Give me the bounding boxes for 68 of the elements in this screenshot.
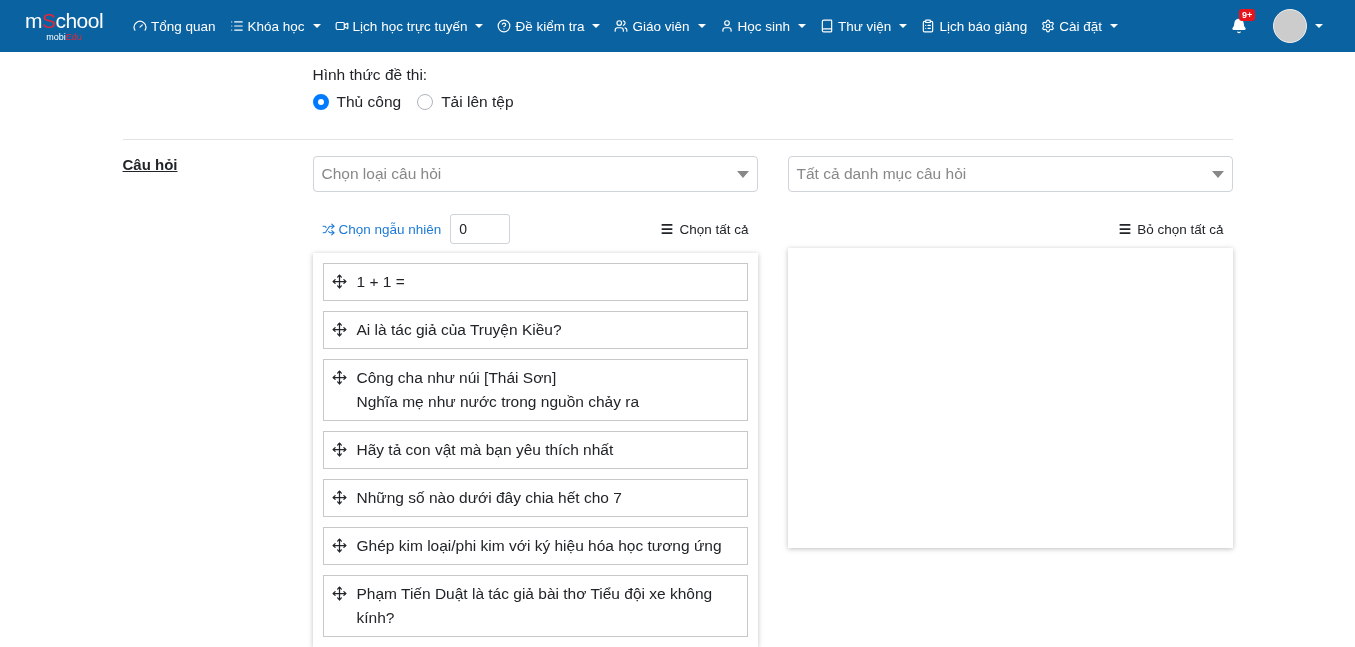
question-item[interactable]: Hãy tả con vật mà bạn yêu thích nhất bbox=[322, 431, 748, 469]
question-text: Công cha như núi [Thái Sơn] Nghĩa mẹ như nước trong nguồn chảy ra bbox=[356, 368, 640, 412]
gears-icon bbox=[1041, 19, 1056, 33]
question-item[interactable]: Ai là tác giả của Truyện Kiều? bbox=[322, 311, 748, 349]
question-text: Hãy tả con vật mà bạn yêu thích nhất bbox=[356, 440, 614, 460]
nav-link[interactable]: Cài đặt bbox=[1034, 18, 1125, 34]
exam-type-label: Hình thức đề thi: bbox=[312, 66, 428, 83]
book-icon bbox=[820, 19, 835, 33]
caret-icon bbox=[798, 24, 807, 28]
bell-icon[interactable] bbox=[1231, 18, 1247, 34]
radio-label: Thủ công bbox=[336, 93, 402, 111]
caret-icon bbox=[592, 24, 601, 28]
random-select-link[interactable]: Chọn ngẫu nhiên bbox=[321, 221, 442, 237]
deselect-all-link[interactable]: Bỏ chọn tất cả bbox=[1118, 221, 1224, 237]
caret-icon bbox=[312, 24, 321, 28]
caret-icon[interactable] bbox=[1315, 24, 1323, 28]
question-item[interactable]: Công cha như núi [Thái Sơn] Nghĩa mẹ như nước trong nguồn chảy ra bbox=[322, 359, 748, 421]
radio-button[interactable] bbox=[312, 94, 329, 110]
question-type-select[interactable]: Chọn loại câu hỏi bbox=[312, 156, 758, 192]
clipboard-icon bbox=[921, 19, 936, 33]
nav-link[interactable]: Thư viện bbox=[813, 18, 915, 34]
avatar[interactable] bbox=[1273, 9, 1307, 43]
move-icon bbox=[331, 586, 347, 601]
notification-badge: 9+ bbox=[1239, 9, 1256, 21]
question-icon bbox=[497, 19, 512, 33]
caret-icon bbox=[1110, 24, 1118, 28]
nav-link[interactable]: Lịch báo giảng bbox=[914, 18, 1035, 34]
video-camera-icon bbox=[334, 19, 349, 33]
question-text: 1 + 1 = bbox=[356, 272, 405, 292]
question-item[interactable]: Ghép kim loại/phi kim với ký hiệu hóa học tương ứng bbox=[322, 527, 748, 565]
user-icon bbox=[719, 19, 734, 33]
question-item[interactable]: Những số nào dưới đây chia hết cho 7 bbox=[322, 479, 748, 517]
section-label: Câu hỏi bbox=[122, 155, 178, 173]
move-icon bbox=[331, 538, 347, 553]
list-icon bbox=[1118, 222, 1133, 236]
nav-link[interactable]: Lịch học trực tuyến bbox=[327, 18, 491, 34]
nav-link[interactable]: Khóa học bbox=[222, 18, 328, 34]
caret-icon bbox=[697, 24, 706, 28]
radio-button[interactable] bbox=[417, 94, 434, 110]
question-text: Ghép kim loại/phi kim với ký hiệu hóa học tương ứng bbox=[356, 536, 722, 556]
nav-link[interactable]: Giáo viên bbox=[607, 18, 713, 34]
category-select[interactable]: Tất cả danh mục câu hỏi bbox=[787, 156, 1233, 192]
logo[interactable]: mSchool mobiEdu bbox=[16, 9, 112, 43]
nav-link[interactable]: Tổng quan bbox=[126, 18, 223, 34]
nav-link[interactable]: Đề kiểm tra bbox=[490, 18, 608, 34]
gauge-icon bbox=[133, 19, 147, 33]
move-icon bbox=[331, 370, 347, 385]
caret-icon bbox=[1211, 170, 1224, 178]
random-count-field[interactable]: 0 bbox=[450, 214, 511, 244]
move-icon bbox=[331, 322, 347, 337]
caret-icon bbox=[736, 170, 749, 178]
question-text: Những số nào dưới đây chia hết cho 7 bbox=[356, 488, 622, 508]
caret-icon bbox=[475, 24, 484, 28]
radio-label: Tải lên tệp bbox=[441, 93, 514, 111]
list-icon bbox=[229, 19, 244, 33]
move-icon bbox=[331, 490, 347, 505]
users-icon bbox=[614, 19, 629, 33]
nav-link[interactable]: Học sinh bbox=[712, 18, 814, 34]
select-all-link[interactable]: Chọn tất cả bbox=[660, 221, 749, 237]
move-icon bbox=[331, 274, 347, 289]
question-item[interactable]: 1 + 1 = bbox=[322, 263, 748, 301]
question-item[interactable]: Phạm Tiến Duật là tác giả bài thơ Tiểu đội xe không kính? bbox=[322, 575, 748, 637]
list-icon bbox=[660, 222, 675, 236]
caret-icon bbox=[899, 24, 908, 28]
move-icon bbox=[331, 442, 347, 457]
question-text: Phạm Tiến Duật là tác giả bài thơ Tiểu đội xe không kính? bbox=[356, 584, 714, 628]
question-text: Ai là tác giả của Truyện Kiều? bbox=[356, 320, 562, 340]
shuffle-icon bbox=[321, 222, 335, 236]
